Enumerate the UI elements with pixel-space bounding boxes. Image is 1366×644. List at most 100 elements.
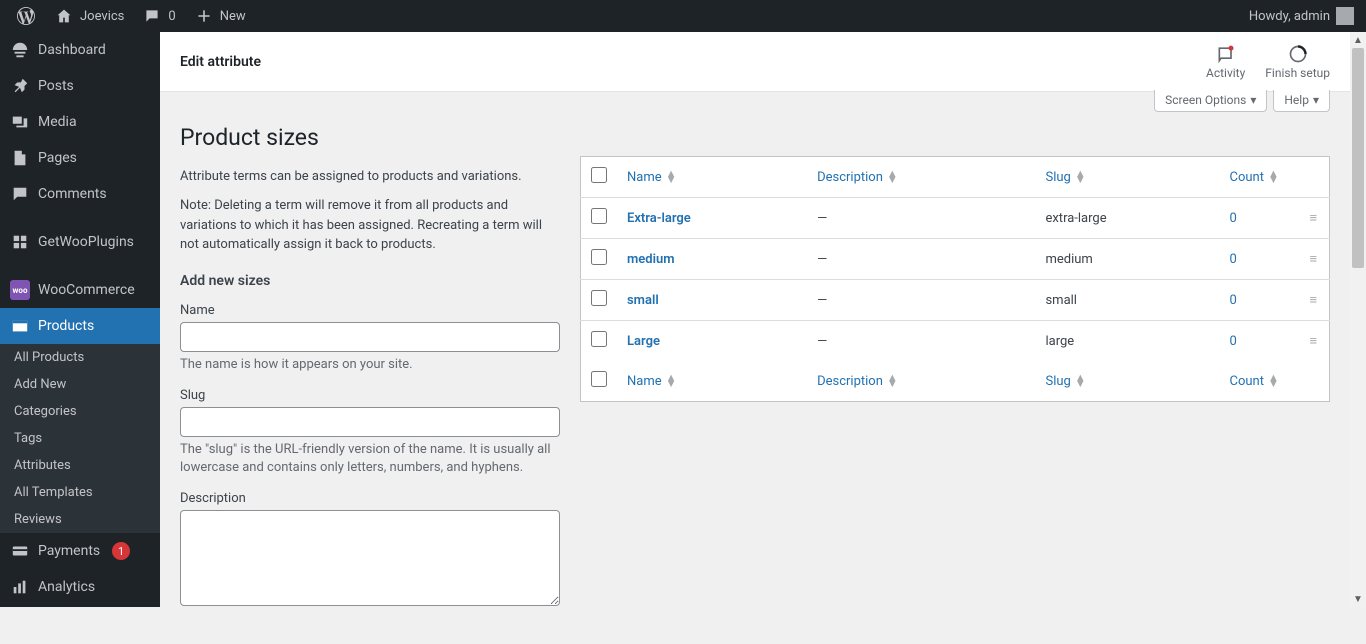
menu-woocommerce[interactable]: woo WooCommerce [0, 272, 160, 308]
comments-link[interactable]: 0 [134, 0, 183, 32]
help-button[interactable]: Help ▾ [1273, 90, 1330, 112]
submenu-add-new[interactable]: Add New [0, 371, 160, 398]
col-count-header[interactable]: Count▲▼ [1220, 157, 1300, 198]
row-checkbox[interactable] [591, 290, 607, 306]
menu-label: Posts [38, 78, 74, 94]
slug-input[interactable] [180, 407, 560, 437]
row-handle[interactable]: ≡ [1300, 321, 1330, 362]
row-handle[interactable]: ≡ [1300, 198, 1330, 239]
term-link[interactable]: medium [627, 252, 675, 267]
submenu-all-templates[interactable]: All Templates [0, 479, 160, 506]
payments-badge: 1 [112, 542, 130, 560]
scroll-up-arrow[interactable]: ▲ [1350, 32, 1366, 48]
site-name-link[interactable]: Joevics [46, 0, 132, 32]
row-handle[interactable]: ≡ [1300, 239, 1330, 280]
row-description: — [807, 321, 1035, 362]
menu-getwooplugins[interactable]: GetWooPlugins [0, 224, 160, 260]
chevron-down-icon: ▾ [1313, 93, 1319, 107]
payments-icon [10, 541, 30, 561]
col-name-header[interactable]: Name▲▼ [617, 157, 807, 198]
submenu-attributes[interactable]: Attributes [0, 452, 160, 479]
count-link[interactable]: 0 [1230, 211, 1237, 226]
screen-options-button[interactable]: Screen Options ▾ [1154, 90, 1267, 112]
description-label: Description [180, 491, 560, 506]
menu-payments[interactable]: Payments 1 [0, 533, 160, 569]
submenu-reviews[interactable]: Reviews [0, 506, 160, 533]
activity-button[interactable]: Activity [1206, 44, 1245, 80]
row-checkbox[interactable] [591, 331, 607, 347]
submenu-all-products[interactable]: All Products [0, 344, 160, 371]
col-count-footer[interactable]: Count▲▼ [1220, 361, 1300, 402]
menu-comments[interactable]: Comments [0, 176, 160, 212]
finish-setup-button[interactable]: Finish setup [1265, 44, 1330, 80]
count-link[interactable]: 0 [1230, 252, 1237, 267]
submenu-tags[interactable]: Tags [0, 425, 160, 452]
menu-dashboard[interactable]: Dashboard [0, 32, 160, 68]
new-content-link[interactable]: New [186, 0, 254, 32]
activity-label: Activity [1206, 66, 1245, 80]
sort-icon: ▲▼ [887, 375, 898, 387]
description-input[interactable] [180, 510, 560, 606]
count-link[interactable]: 0 [1230, 334, 1237, 349]
submenu-categories[interactable]: Categories [0, 398, 160, 425]
row-checkbox[interactable] [591, 249, 607, 265]
select-all-checkbox[interactable] [591, 167, 607, 183]
term-link[interactable]: Extra-large [627, 211, 691, 226]
slug-label: Slug [180, 388, 560, 403]
col-description-footer[interactable]: Description▲▼ [807, 361, 1035, 402]
menu-label: Pages [38, 150, 77, 166]
col-slug-footer[interactable]: Slug▲▼ [1035, 361, 1219, 402]
sort-icon: ▲▼ [1268, 375, 1279, 387]
comments-count: 0 [168, 9, 175, 24]
row-name: Extra-large [617, 198, 807, 239]
menu-pages[interactable]: Pages [0, 140, 160, 176]
menu-label: Media [38, 114, 77, 130]
description-field: Description [180, 491, 560, 610]
row-checkbox[interactable] [591, 208, 607, 224]
table-row: Extra-large —extra-large 0 ≡ [581, 198, 1330, 239]
admin-bar-right[interactable]: Howdy, admin [1249, 7, 1358, 25]
main-content: Edit attribute Activity Finish setup Scr… [160, 32, 1350, 607]
media-icon [10, 112, 30, 132]
window-scrollbar[interactable]: ▲ ▼ [1350, 32, 1366, 607]
menu-media[interactable]: Media [0, 104, 160, 140]
name-input[interactable] [180, 322, 560, 352]
slug-field: Slug The "slug" is the URL-friendly vers… [180, 388, 560, 477]
row-description: — [807, 198, 1035, 239]
row-slug: extra-large [1035, 198, 1219, 239]
wp-logo[interactable] [8, 0, 44, 32]
scroll-thumb[interactable] [1352, 48, 1364, 268]
right-column: Name▲▼ Description▲▼ Slug▲▼ Count▲▼ Extr… [580, 112, 1330, 624]
products-icon [10, 316, 30, 336]
menu-analytics[interactable]: Analytics [0, 569, 160, 605]
select-all-footer [581, 361, 618, 402]
menu-products[interactable]: Products [0, 308, 160, 344]
table-row: Large—large0≡ [581, 321, 1330, 362]
sort-icon: ▲▼ [1075, 171, 1086, 183]
menu-posts[interactable]: Posts [0, 68, 160, 104]
content-wrap: Product sizes Attribute terms can be ass… [160, 112, 1350, 644]
page-description: Attribute terms can be assigned to produ… [180, 169, 560, 184]
term-link[interactable]: small [627, 293, 659, 308]
col-name-footer[interactable]: Name▲▼ [617, 361, 807, 402]
col-slug-header[interactable]: Slug▲▼ [1035, 157, 1219, 198]
scroll-down-arrow[interactable]: ▼ [1350, 591, 1366, 607]
count-link[interactable]: 0 [1230, 293, 1237, 308]
name-hint: The name is how it appears on your site. [180, 356, 560, 374]
term-link[interactable]: Large [627, 334, 660, 349]
sort-icon: ▲▼ [1268, 171, 1279, 183]
row-description: — [807, 239, 1035, 280]
select-all-checkbox-footer[interactable] [591, 371, 607, 387]
plugin-icon [10, 232, 30, 252]
terms-table: Name▲▼ Description▲▼ Slug▲▼ Count▲▼ Extr… [580, 156, 1330, 402]
row-handle[interactable]: ≡ [1300, 280, 1330, 321]
row-slug: medium [1035, 239, 1219, 280]
slug-hint: The "slug" is the URL-friendly version o… [180, 441, 560, 477]
finish-setup-icon [1265, 44, 1330, 66]
row-check [581, 280, 618, 321]
select-all-header [581, 157, 618, 198]
menu-label: GetWooPlugins [38, 234, 134, 250]
admin-sidebar: Dashboard Posts Media Pages Comments Get… [0, 32, 160, 607]
col-description-header[interactable]: Description▲▼ [807, 157, 1035, 198]
add-new-heading: Add new sizes [180, 273, 560, 289]
